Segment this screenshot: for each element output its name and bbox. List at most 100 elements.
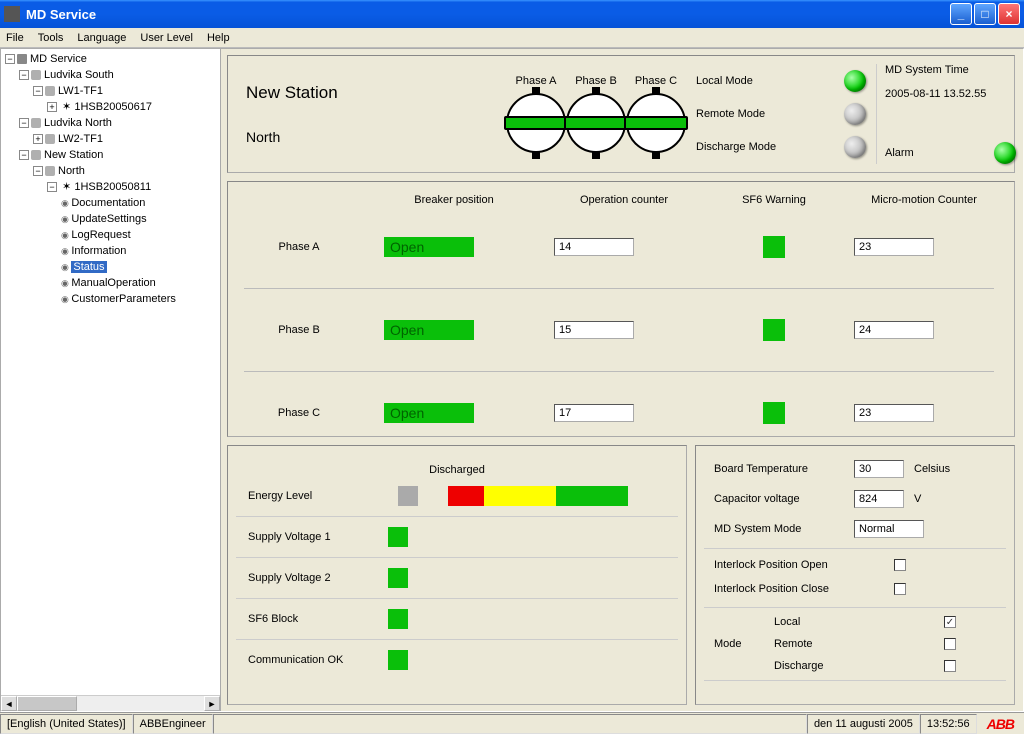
- micromotion-c-input[interactable]: [854, 404, 934, 422]
- mode-remote-checkbox[interactable]: [944, 638, 956, 650]
- status-user: ABBEngineer: [133, 714, 213, 734]
- sysmode-input[interactable]: [854, 520, 924, 538]
- micromotion-b-input[interactable]: [854, 321, 934, 339]
- station-sub: North: [246, 129, 486, 145]
- tree-leaf-manualoperation[interactable]: ManualOperation: [71, 277, 155, 289]
- interlock-open-label: Interlock Position Open: [714, 559, 884, 571]
- close-button[interactable]: ×: [998, 3, 1020, 25]
- tree-station-1[interactable]: Ludvika South: [44, 69, 114, 81]
- menu-userlevel[interactable]: User Level: [140, 32, 193, 44]
- sv1-label: Supply Voltage 1: [248, 531, 368, 543]
- app-icon: [4, 6, 20, 22]
- tree-leaf-information[interactable]: Information: [71, 245, 126, 257]
- breaker-icon-b: [566, 93, 626, 153]
- energy-level-label: Energy Level: [248, 490, 368, 502]
- menu-language[interactable]: Language: [77, 32, 126, 44]
- row-phase-c: Phase C: [244, 407, 354, 419]
- mode-discharge-checkbox[interactable]: [944, 660, 956, 672]
- sv1-status-icon: [388, 527, 408, 547]
- mode-local-checkbox[interactable]: ✓: [944, 616, 956, 628]
- opcounter-a-input[interactable]: [554, 238, 634, 256]
- tree-station-2[interactable]: Ludvika North: [44, 117, 112, 129]
- board-temp-unit: Celsius: [914, 463, 950, 475]
- sf6block-label: SF6 Block: [248, 613, 368, 625]
- opcounter-c-input[interactable]: [554, 404, 634, 422]
- phase-indicators: Phase A Phase B Phase C: [506, 64, 686, 164]
- scroll-left-button[interactable]: ◄: [1, 696, 17, 711]
- menu-help[interactable]: Help: [207, 32, 230, 44]
- header-panel: New Station North Phase A Phase B: [227, 55, 1015, 173]
- energy-scale-icon: [448, 486, 628, 506]
- breaker-pos-c: Open: [384, 403, 474, 423]
- alarm-lamp-icon: [994, 142, 1016, 164]
- tree-panel: −MD Service −Ludvika South −LW1-TF1 + ✶ …: [1, 49, 221, 711]
- tree-id-1[interactable]: 1HSB20050617: [74, 101, 152, 113]
- opcounter-b-input[interactable]: [554, 321, 634, 339]
- abb-logo: ABB: [977, 716, 1024, 732]
- micromotion-a-input[interactable]: [854, 238, 934, 256]
- status-bar: [English (United States)] ABBEngineer de…: [0, 712, 1024, 734]
- sf6-a-icon: [763, 236, 785, 258]
- station-name: New Station: [246, 83, 486, 103]
- breaker-icon-a: [506, 93, 566, 153]
- mode-group-label: Mode: [714, 616, 774, 672]
- tree-device-3[interactable]: North: [58, 165, 85, 177]
- interlock-close-label: Interlock Position Close: [714, 583, 884, 595]
- local-mode-lamp-icon: [844, 70, 866, 92]
- cap-volt-input[interactable]: [854, 490, 904, 508]
- breaker-icon-c: [626, 93, 686, 153]
- phase-c-label: Phase C: [635, 75, 677, 87]
- tree-station-3[interactable]: New Station: [44, 149, 103, 161]
- sf6block-status-icon: [388, 609, 408, 629]
- bottom-row: Discharged Energy Level Supply Voltage 1…: [227, 445, 1015, 705]
- tree-device-2[interactable]: LW2-TF1: [58, 133, 103, 145]
- menu-bar: File Tools Language User Level Help: [0, 28, 1024, 48]
- tree-leaf-status[interactable]: Status: [71, 261, 106, 273]
- board-temp-label: Board Temperature: [714, 463, 844, 475]
- menu-file[interactable]: File: [6, 32, 24, 44]
- system-time-label: MD System Time: [885, 64, 1016, 76]
- board-temp-input[interactable]: [854, 460, 904, 478]
- station-info: New Station North: [236, 64, 496, 164]
- interlock-open-checkbox[interactable]: [894, 559, 906, 571]
- discharge-mode-lamp-icon: [844, 136, 866, 158]
- tree-leaf-customerparameters[interactable]: CustomerParameters: [71, 293, 176, 305]
- tree-horizontal-scrollbar[interactable]: ◄ ►: [1, 695, 220, 711]
- navigation-tree[interactable]: −MD Service −Ludvika South −LW1-TF1 + ✶ …: [1, 49, 220, 695]
- comm-label: Communication OK: [248, 654, 368, 666]
- tree-leaf-documentation[interactable]: Documentation: [71, 197, 145, 209]
- remote-mode-label: Remote Mode: [696, 108, 765, 120]
- mode-discharge-label: Discharge: [774, 660, 824, 672]
- minimize-button[interactable]: _: [950, 3, 972, 25]
- phase-b-label: Phase B: [575, 75, 617, 87]
- mode-indicators: Local Mode Remote Mode Discharge Mode: [696, 64, 866, 164]
- scroll-right-button[interactable]: ►: [204, 696, 220, 711]
- sv2-label: Supply Voltage 2: [248, 572, 368, 584]
- row-phase-a: Phase A: [244, 241, 354, 253]
- header-sf6: SF6 Warning: [724, 194, 824, 206]
- tree-root[interactable]: MD Service: [30, 53, 87, 65]
- main-area: −MD Service −Ludvika South −LW1-TF1 + ✶ …: [0, 48, 1024, 712]
- mode-group: Mode Local✓ Remote Discharge: [704, 607, 1006, 681]
- header-micromotion: Micro-motion Counter: [854, 194, 994, 206]
- interlock-close-checkbox[interactable]: [894, 583, 906, 595]
- scroll-thumb[interactable]: [17, 696, 77, 711]
- maximize-button[interactable]: □: [974, 3, 996, 25]
- sf6-c-icon: [763, 402, 785, 424]
- menu-tools[interactable]: Tools: [38, 32, 64, 44]
- breaker-pos-b: Open: [384, 320, 474, 340]
- tree-leaf-logrequest[interactable]: LogRequest: [71, 229, 130, 241]
- tree-leaf-updatesettings[interactable]: UpdateSettings: [71, 213, 146, 225]
- status-language: [English (United States)]: [0, 714, 133, 734]
- status-time: 13:52:56: [920, 714, 977, 734]
- sf6-b-icon: [763, 319, 785, 341]
- cap-volt-label: Capacitor voltage: [714, 493, 844, 505]
- discharge-mode-label: Discharge Mode: [696, 141, 776, 153]
- window-title: MD Service: [26, 7, 96, 22]
- tree-device-1[interactable]: LW1-TF1: [58, 85, 103, 97]
- window-titlebar: MD Service _ □ ×: [0, 0, 1024, 28]
- energy-current-icon: [398, 486, 418, 506]
- row-phase-b: Phase B: [244, 324, 354, 336]
- tree-id-3[interactable]: 1HSB20050811: [74, 181, 151, 193]
- discharged-label: Discharged: [248, 464, 666, 476]
